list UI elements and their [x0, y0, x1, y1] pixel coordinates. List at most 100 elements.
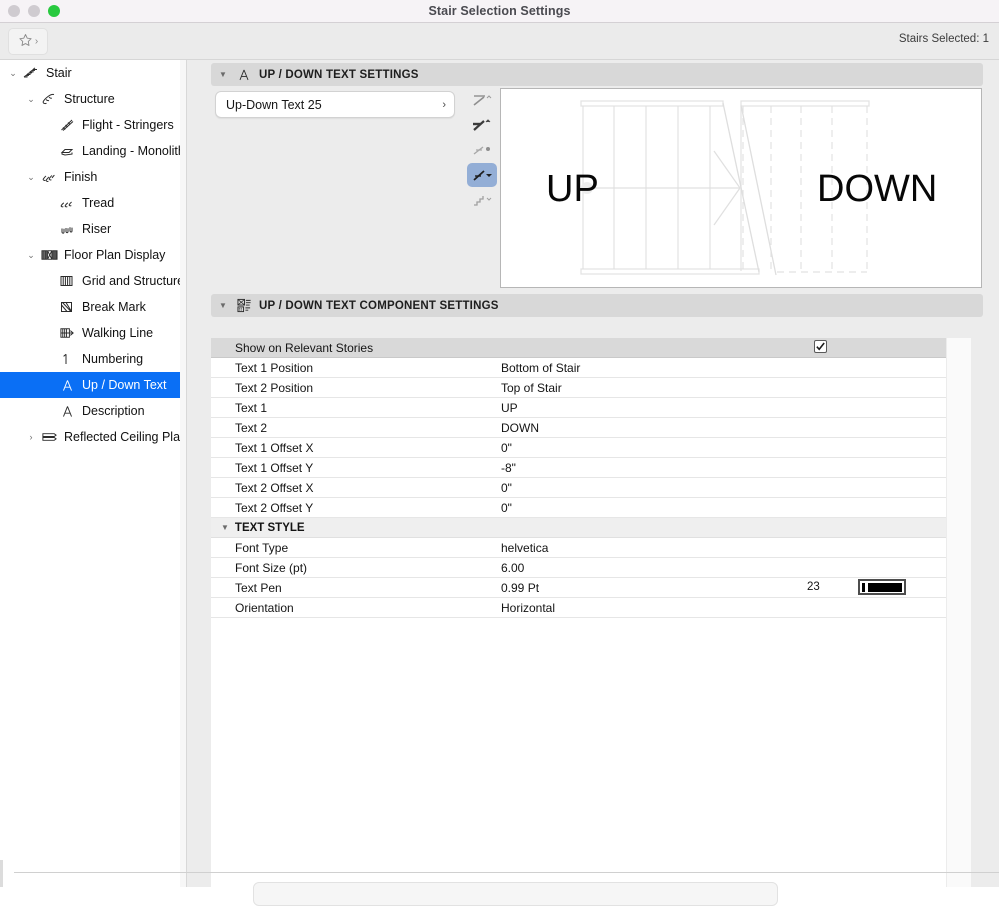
preview-mode-5-icon[interactable] — [467, 188, 497, 212]
tread-icon — [56, 195, 78, 211]
table-header-row[interactable]: Show on Relevant Stories — [211, 338, 946, 358]
row-label: Orientation — [235, 600, 294, 615]
sidebar-item-up-down-text[interactable]: Up / Down Text — [0, 372, 186, 398]
minimize-button[interactable] — [28, 5, 40, 17]
sidebar-item-walking-line[interactable]: Walking Line — [0, 320, 186, 346]
table-row[interactable]: Text 1 Offset Y -8" — [211, 458, 946, 478]
grid-structure-icon — [56, 274, 78, 288]
close-button[interactable] — [8, 5, 20, 17]
status-badge: Stairs Selected: 1 — [898, 33, 989, 45]
table-row[interactable]: Text 1 Offset X 0" — [211, 438, 946, 458]
stair-preview[interactable]: UP DOWN — [500, 88, 982, 288]
table-row[interactable]: Text Pen 0.99 Pt 23 — [211, 578, 946, 598]
text-a-icon — [233, 68, 255, 82]
disclosure-triangle-icon[interactable]: ▼ — [219, 70, 233, 79]
section-header-component-settings[interactable]: ▼ UP / DOWN TEXT COMPONENT SETTINGS — [211, 294, 983, 317]
text-a-icon — [56, 404, 78, 419]
sidebar-item-tread[interactable]: Tread — [0, 190, 186, 216]
chevron-right-icon: › — [442, 98, 446, 111]
chevron-right-icon: › — [34, 35, 39, 47]
table-row[interactable]: Text 1 UP — [211, 398, 946, 418]
row-label: Font Size (pt) — [235, 560, 308, 575]
sidebar-item-label: Reflected Ceiling Plan D — [64, 430, 187, 444]
pen-color-bar — [868, 582, 902, 592]
table-row[interactable]: Orientation Horizontal — [211, 598, 946, 618]
bottom-partial-field[interactable] — [253, 882, 778, 906]
table-header-label: Show on Relevant Stories — [235, 340, 374, 355]
component-settings-icon — [233, 298, 255, 313]
row-label: Text 2 Position — [235, 380, 314, 395]
bottom-separator — [14, 872, 999, 873]
stair-settings-window: Stair Selection Settings › Stairs Select… — [0, 0, 999, 906]
row-label: Text 1 Position — [235, 360, 314, 375]
show-on-relevant-stories-checkbox[interactable] — [814, 340, 827, 353]
sidebar-item-landing-monolithic[interactable]: Landing - Monolithic — [0, 138, 186, 164]
sidebar-item-label: Flight - Stringers — [82, 118, 174, 132]
sidebar-item-floor-plan-display[interactable]: ⌄ Floor Plan Display — [0, 242, 186, 268]
preview-mode-2-icon[interactable] — [467, 113, 497, 137]
row-value: 0" — [501, 500, 512, 515]
sidebar-item-description[interactable]: Description — [0, 398, 186, 424]
sidebar-item-label: Numbering — [82, 352, 144, 366]
preview-mode-1-icon[interactable] — [467, 88, 497, 112]
row-label: Text 2 Offset Y — [235, 500, 314, 515]
preview-mode-4-icon[interactable] — [467, 163, 497, 187]
table-row[interactable]: Font Size (pt) 6.00 — [211, 558, 946, 578]
table-row[interactable]: Text 2 DOWN — [211, 418, 946, 438]
section-header-text-settings[interactable]: ▼ UP / DOWN TEXT SETTINGS — [211, 63, 983, 86]
group-label: ▼ TEXT STYLE — [211, 522, 501, 534]
sidebar-item-finish[interactable]: ⌄ Finish — [0, 164, 186, 190]
favorites-button[interactable]: › — [8, 28, 48, 55]
up-down-text-combo[interactable]: Up-Down Text 25 › — [215, 91, 455, 118]
sidebar-item-stair[interactable]: ⌄ Stair — [0, 60, 186, 86]
table-row[interactable]: Text 2 Position Top of Stair — [211, 378, 946, 398]
sidebar-item-reflected-ceiling-plan-d[interactable]: › Reflected Ceiling Plan D — [0, 424, 187, 450]
table-group-row-text-style[interactable]: ▼ TEXT STYLE — [211, 518, 946, 538]
section-title: UP / DOWN TEXT SETTINGS — [259, 68, 419, 81]
row-value: Horizontal — [501, 600, 556, 615]
chevron-down-icon[interactable]: ⌄ — [24, 250, 38, 260]
sidebar-item-flight-stringers[interactable]: Flight - Stringers — [0, 112, 186, 138]
stair-icon — [20, 65, 42, 81]
chevron-down-icon[interactable]: ⌄ — [24, 172, 38, 182]
sidebar-item-label: Break Mark — [82, 300, 146, 314]
sidebar-item-riser[interactable]: Riser — [0, 216, 186, 242]
row-value: Top of Stair — [501, 380, 562, 395]
star-icon — [18, 33, 33, 51]
disclosure-triangle-icon[interactable]: ▼ — [219, 301, 233, 310]
table-scroll-gutter[interactable] — [946, 338, 971, 887]
row-value: 0" — [501, 480, 512, 495]
table-row[interactable]: Text 1 Position Bottom of Stair — [211, 358, 946, 378]
table-row[interactable]: Font Type helvetica — [211, 538, 946, 558]
section-title: UP / DOWN TEXT COMPONENT SETTINGS — [259, 299, 499, 312]
numbering-icon — [56, 351, 78, 367]
break-mark-icon — [56, 300, 78, 314]
table-row[interactable]: Text 2 Offset X 0" — [211, 478, 946, 498]
sidebar-item-grid-and-structure[interactable]: Grid and Structure — [0, 268, 186, 294]
preview-mode-3-icon[interactable] — [467, 138, 497, 162]
chevron-down-icon[interactable]: ⌄ — [6, 68, 20, 78]
row-value: -8" — [501, 460, 516, 475]
pen-color-swatch[interactable] — [858, 579, 906, 595]
sidebar-item-label: Walking Line — [82, 326, 154, 340]
disclosure-triangle-icon[interactable]: ▼ — [221, 523, 229, 532]
sidebar-item-label: Structure — [64, 92, 115, 106]
sidebar-tree[interactable]: ⌄ Stair ⌄ Structure Flight - Stringers Landin… — [0, 60, 187, 887]
table-row[interactable]: Text 2 Offset Y 0" — [211, 498, 946, 518]
sidebar-scroll-gutter[interactable] — [180, 60, 186, 887]
sidebar-item-structure[interactable]: ⌄ Structure — [0, 86, 186, 112]
sidebar-item-break-mark[interactable]: Break Mark — [0, 294, 186, 320]
title-bar: Stair Selection Settings — [0, 0, 999, 23]
row-label: Text 1 Offset Y — [235, 460, 314, 475]
sidebar-item-numbering[interactable]: Numbering — [0, 346, 186, 372]
preview-up-label: UP — [546, 168, 599, 210]
row-value: helvetica — [501, 540, 549, 555]
floor-plan-icon — [38, 248, 60, 262]
row-value: Bottom of Stair — [501, 360, 581, 375]
preview-mode-strip[interactable] — [467, 88, 499, 213]
properties-table: Show on Relevant Stories Text 1 Position B… — [211, 338, 971, 887]
sidebar-item-label: Stair — [46, 66, 72, 80]
maximize-button[interactable] — [48, 5, 60, 17]
chevron-down-icon[interactable]: ⌄ — [24, 94, 38, 104]
chevron-right-icon[interactable]: › — [24, 432, 38, 442]
